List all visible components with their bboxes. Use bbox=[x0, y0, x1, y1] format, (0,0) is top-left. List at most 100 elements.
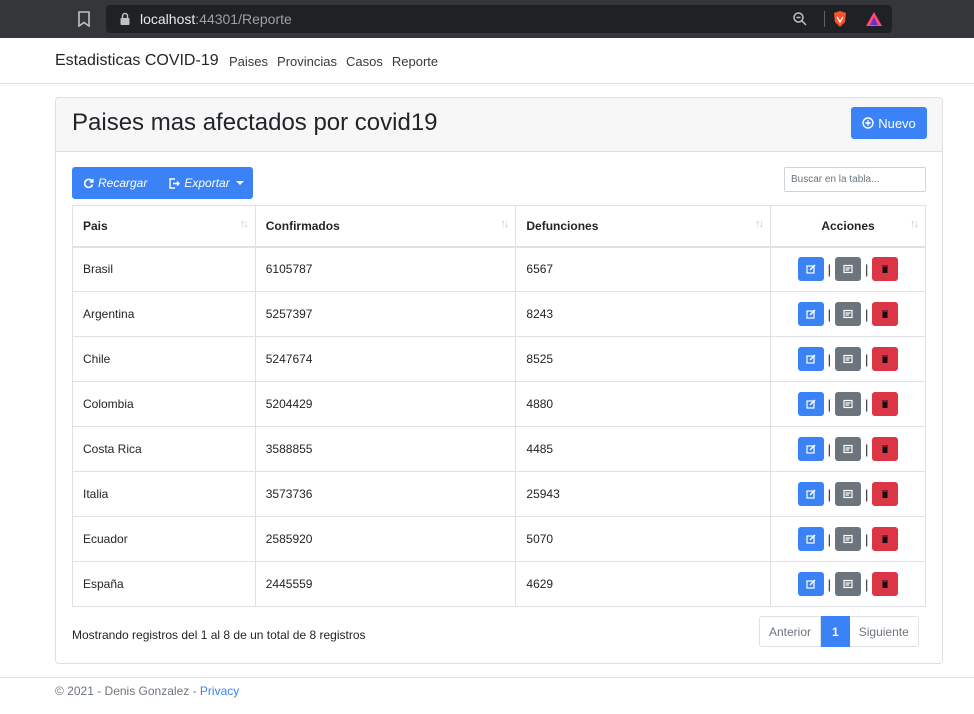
cell-acciones: | | bbox=[770, 471, 926, 517]
row-actions: | | bbox=[781, 347, 915, 371]
trash-icon bbox=[882, 265, 889, 274]
details-button[interactable] bbox=[835, 257, 862, 282]
cell-pais: Brasil bbox=[72, 246, 256, 292]
action-separator: | bbox=[827, 306, 832, 322]
cell-confirmados: 5257397 bbox=[254, 291, 517, 337]
edit-button[interactable] bbox=[797, 392, 824, 416]
page-title: Paises mas afectados por covid19 bbox=[72, 109, 438, 136]
table-row: Chile 5247674 8525 | | bbox=[72, 336, 926, 382]
edit-icon bbox=[806, 489, 816, 499]
edit-button[interactable] bbox=[797, 347, 824, 371]
brave-shield-icon[interactable] bbox=[832, 10, 848, 28]
details-button[interactable] bbox=[835, 302, 862, 326]
cell-confirmados: 5204429 bbox=[254, 381, 517, 427]
edit-button[interactable] bbox=[797, 257, 824, 282]
column-header-acciones[interactable]: Acciones ↑↓ bbox=[770, 205, 926, 248]
nav-link-provincias[interactable]: Provincias bbox=[277, 54, 337, 69]
details-icon bbox=[843, 489, 853, 499]
cell-defunciones: 4485 bbox=[515, 426, 772, 472]
action-separator: | bbox=[865, 396, 869, 412]
action-separator: | bbox=[827, 576, 832, 592]
card-header: Paises mas afectados por covid19 Nuevo bbox=[56, 98, 942, 152]
zoom-icon[interactable] bbox=[792, 11, 808, 27]
details-button[interactable] bbox=[835, 347, 862, 371]
top-navbar: Estadisticas COVID-19 Paises Provincias … bbox=[0, 38, 974, 84]
action-separator: | bbox=[865, 441, 869, 457]
table-search-input[interactable] bbox=[784, 167, 926, 192]
action-separator: | bbox=[827, 261, 832, 277]
details-icon bbox=[843, 579, 853, 589]
edit-button[interactable] bbox=[797, 482, 824, 506]
cell-acciones: | | bbox=[770, 291, 926, 337]
row-actions: | | bbox=[781, 482, 915, 506]
edit-button[interactable] bbox=[797, 302, 824, 326]
cell-defunciones: 8525 bbox=[515, 336, 772, 382]
details-button[interactable] bbox=[835, 527, 862, 551]
sort-icon: ↑↓ bbox=[239, 218, 249, 230]
details-button[interactable] bbox=[835, 482, 862, 506]
details-icon bbox=[843, 444, 853, 454]
delete-button[interactable] bbox=[872, 392, 899, 416]
details-icon bbox=[843, 534, 853, 544]
cell-acciones: | | bbox=[770, 426, 926, 472]
column-header-defunciones[interactable]: Defunciones ↑↓ bbox=[515, 205, 772, 248]
new-button-label: Nuevo bbox=[878, 115, 916, 131]
new-button[interactable]: Nuevo bbox=[851, 107, 927, 139]
export-icon bbox=[169, 177, 181, 189]
privacy-link[interactable]: Privacy bbox=[200, 684, 239, 698]
brand-link[interactable]: Estadisticas COVID-19 bbox=[55, 52, 219, 70]
delete-button[interactable] bbox=[872, 572, 899, 596]
edit-icon bbox=[806, 534, 816, 544]
cell-defunciones: 4629 bbox=[515, 561, 772, 607]
cell-defunciones: 8243 bbox=[515, 291, 772, 337]
delete-button[interactable] bbox=[872, 482, 899, 506]
cell-pais: Italia bbox=[72, 471, 256, 517]
brave-rewards-icon[interactable] bbox=[865, 11, 883, 27]
cell-confirmados: 2445559 bbox=[254, 561, 517, 607]
delete-button[interactable] bbox=[872, 437, 899, 461]
details-button[interactable] bbox=[835, 392, 862, 416]
details-button[interactable] bbox=[835, 572, 862, 596]
row-actions: | | bbox=[781, 527, 915, 551]
address-bar[interactable]: localhost:44301/Reporte bbox=[106, 5, 892, 33]
nav-link-casos[interactable]: Casos bbox=[346, 54, 383, 69]
reload-label: Recargar bbox=[98, 176, 148, 190]
edit-icon bbox=[806, 264, 816, 274]
action-separator: | bbox=[865, 531, 869, 547]
delete-button[interactable] bbox=[872, 257, 899, 282]
nav-link-reporte[interactable]: Reporte bbox=[392, 54, 438, 69]
page-1-button[interactable]: 1 bbox=[821, 616, 850, 647]
export-dropdown-button[interactable]: Exportar bbox=[158, 167, 254, 199]
action-separator: | bbox=[827, 396, 832, 412]
nav-link-paises[interactable]: Paises bbox=[229, 54, 268, 69]
edit-button[interactable] bbox=[797, 437, 824, 461]
cell-defunciones: 5070 bbox=[515, 516, 772, 562]
reload-button[interactable]: Recargar bbox=[72, 167, 158, 199]
delete-button[interactable] bbox=[872, 527, 899, 551]
edit-icon bbox=[806, 399, 816, 409]
row-actions: | | bbox=[781, 392, 915, 416]
action-separator: | bbox=[827, 351, 832, 367]
delete-button[interactable] bbox=[872, 347, 899, 371]
table-row: Argentina 5257397 8243 | | bbox=[72, 291, 926, 337]
details-button[interactable] bbox=[835, 437, 862, 461]
divider bbox=[824, 11, 825, 27]
footer-text: © 2021 - Denis Gonzalez - Privacy bbox=[55, 684, 240, 698]
trash-icon bbox=[882, 490, 889, 498]
prev-page-button[interactable]: Anterior bbox=[759, 616, 822, 647]
table-row: Brasil 6105787 6567 | | bbox=[72, 246, 926, 292]
next-page-button[interactable]: Siguiente bbox=[849, 616, 919, 647]
delete-button[interactable] bbox=[872, 302, 899, 326]
edit-button[interactable] bbox=[797, 527, 824, 551]
table-row: Ecuador 2585920 5070 | | bbox=[72, 516, 926, 562]
details-icon bbox=[843, 354, 853, 364]
countries-table: Pais ↑↓ Confirmados ↑↓ Defunciones ↑↓ Accio… bbox=[72, 205, 926, 607]
cell-confirmados: 6105787 bbox=[254, 246, 517, 292]
action-separator: | bbox=[827, 486, 832, 502]
action-separator: | bbox=[865, 486, 869, 502]
edit-button[interactable] bbox=[797, 572, 824, 596]
bookmark-icon[interactable] bbox=[78, 11, 90, 27]
column-header-pais[interactable]: Pais ↑↓ bbox=[72, 205, 256, 248]
edit-icon bbox=[806, 579, 816, 589]
column-header-confirmados[interactable]: Confirmados ↑↓ bbox=[254, 205, 517, 248]
